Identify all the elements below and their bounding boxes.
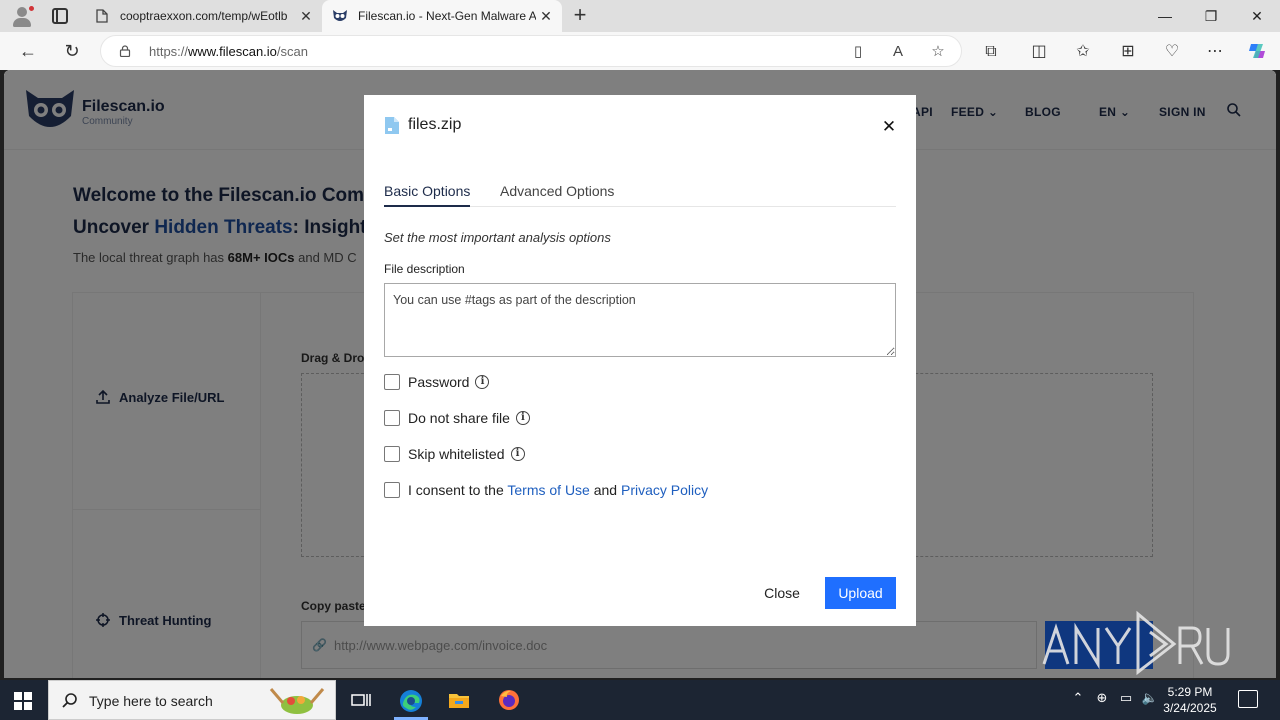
windows-taskbar: Type here to search ⌃ ⊕ ▭ 🔈 5:29 PM 3/24… xyxy=(0,680,1280,720)
lock-icon xyxy=(119,45,131,57)
no-share-option: Do not share file i xyxy=(384,410,530,426)
upload-button[interactable]: Upload xyxy=(825,577,896,609)
copilot-icon[interactable] xyxy=(1246,41,1268,63)
tab-basic-options[interactable]: Basic Options xyxy=(384,183,471,207)
performance-icon[interactable]: ♡ xyxy=(1161,41,1183,63)
task-view-icon[interactable] xyxy=(349,688,373,712)
password-label: Password xyxy=(408,374,470,390)
upload-options-dialog: files.zip ✕ Basic Options Advanced Optio… xyxy=(364,95,916,626)
window-close-icon[interactable]: ✕ xyxy=(1234,0,1280,32)
network-icon[interactable]: ▭ xyxy=(1116,690,1136,706)
show-hidden-icons-icon[interactable]: ⌃ xyxy=(1068,690,1088,706)
dialog-title: files.zip xyxy=(408,116,462,133)
page-viewport: Filescan.io Community API FEED ⌄ BLOG EN… xyxy=(4,70,1276,678)
split-screen-icon[interactable]: ◫ xyxy=(1028,41,1050,63)
new-tab-icon[interactable]: + xyxy=(568,4,592,28)
notification-icon[interactable] xyxy=(1238,690,1258,708)
extensions-icon[interactable]: ⧉ xyxy=(980,41,1002,63)
clock-time: 5:29 PM xyxy=(1167,685,1213,699)
no-share-checkbox[interactable] xyxy=(384,410,400,426)
terms-of-use-link[interactable]: Terms of Use xyxy=(507,482,589,498)
back-arrow-icon[interactable]: ← xyxy=(16,39,40,63)
tab-actions-icon[interactable] xyxy=(52,8,68,24)
collections-icon[interactable]: ⊞ xyxy=(1117,41,1139,63)
browser-tab-1[interactable]: cooptraexxon.com/temp/wEotlb ✕ xyxy=(84,0,322,32)
restore-icon[interactable]: ❐ xyxy=(1188,0,1234,32)
password-option: Password i xyxy=(384,374,490,390)
skip-whitelisted-label: Skip whitelisted xyxy=(408,446,505,462)
skip-whitelisted-checkbox[interactable] xyxy=(384,446,400,462)
address-bar[interactable]: https://www.filescan.io/scan ▯ A ☆ xyxy=(100,35,962,67)
anyrun-logo-watermark xyxy=(1042,610,1230,676)
close-button[interactable]: Close xyxy=(756,577,808,609)
refresh-icon[interactable]: ↻ xyxy=(60,39,84,63)
taskbar-clock[interactable]: 5:29 PM 3/24/2025 xyxy=(1160,684,1220,716)
browser-tab-strip: cooptraexxon.com/temp/wEotlb ✕ Filescan.… xyxy=(0,0,1280,32)
close-tab-icon[interactable]: ✕ xyxy=(296,8,316,25)
vpn-icon[interactable]: ⊕ xyxy=(1092,690,1112,706)
file-explorer-icon[interactable] xyxy=(447,688,471,712)
read-aloud-icon[interactable]: A xyxy=(889,43,907,61)
favorites-icon[interactable]: ✩ xyxy=(1072,41,1094,63)
tab-title: cooptraexxon.com/temp/wEotlb xyxy=(120,9,288,23)
options-hint: Set the most important analysis options xyxy=(384,230,611,245)
edge-browser-icon[interactable] xyxy=(398,688,422,712)
info-icon[interactable]: i xyxy=(510,447,525,461)
taskbar-search-text: Type here to search xyxy=(89,693,213,709)
tab-title: Filescan.io - Next-Gen Malware A xyxy=(358,9,536,23)
close-icon[interactable]: ✕ xyxy=(880,118,898,136)
page-icon xyxy=(94,8,110,24)
close-tab-icon[interactable]: ✕ xyxy=(536,8,556,25)
privacy-policy-link[interactable]: Privacy Policy xyxy=(621,482,708,498)
file-description-label: File description xyxy=(384,262,465,276)
consent-label: I consent to the Terms of Use and Privac… xyxy=(408,482,709,498)
info-icon[interactable]: i xyxy=(515,411,530,425)
clock-date: 3/24/2025 xyxy=(1163,701,1217,715)
volume-icon[interactable]: 🔈 xyxy=(1140,690,1160,706)
search-highlight-icon xyxy=(269,688,325,714)
no-share-label: Do not share file xyxy=(408,410,510,426)
browser-toolbar: ← ↻ https://www.filescan.io/scan ▯ A ☆ ⧉… xyxy=(0,32,1280,70)
windows-start-icon[interactable] xyxy=(14,692,32,710)
consent-checkbox[interactable] xyxy=(384,482,400,498)
info-icon[interactable]: i xyxy=(475,375,490,389)
more-menu-icon[interactable]: ⋯ xyxy=(1204,41,1226,63)
password-checkbox[interactable] xyxy=(384,374,400,390)
page-view-icon[interactable]: ▯ xyxy=(849,43,867,61)
browser-tab-2[interactable]: Filescan.io - Next-Gen Malware A ✕ xyxy=(322,0,562,32)
minimize-icon[interactable]: — xyxy=(1142,0,1188,32)
url-text: https://www.filescan.io/scan xyxy=(149,44,308,59)
tab-advanced-options[interactable]: Advanced Options xyxy=(500,183,614,207)
file-description-input[interactable] xyxy=(384,283,896,357)
favorite-star-icon[interactable]: ☆ xyxy=(929,43,947,61)
taskbar-search[interactable]: Type here to search xyxy=(48,680,336,720)
skip-whitelisted-option: Skip whitelisted i xyxy=(384,446,525,462)
owl-favicon-icon xyxy=(332,8,348,24)
firefox-icon[interactable] xyxy=(497,688,521,712)
dialog-tabs: Basic Options Advanced Options xyxy=(384,179,896,207)
profile-icon[interactable] xyxy=(10,5,35,27)
file-icon xyxy=(385,117,399,134)
consent-option: I consent to the Terms of Use and Privac… xyxy=(384,482,708,498)
search-icon xyxy=(62,693,77,708)
